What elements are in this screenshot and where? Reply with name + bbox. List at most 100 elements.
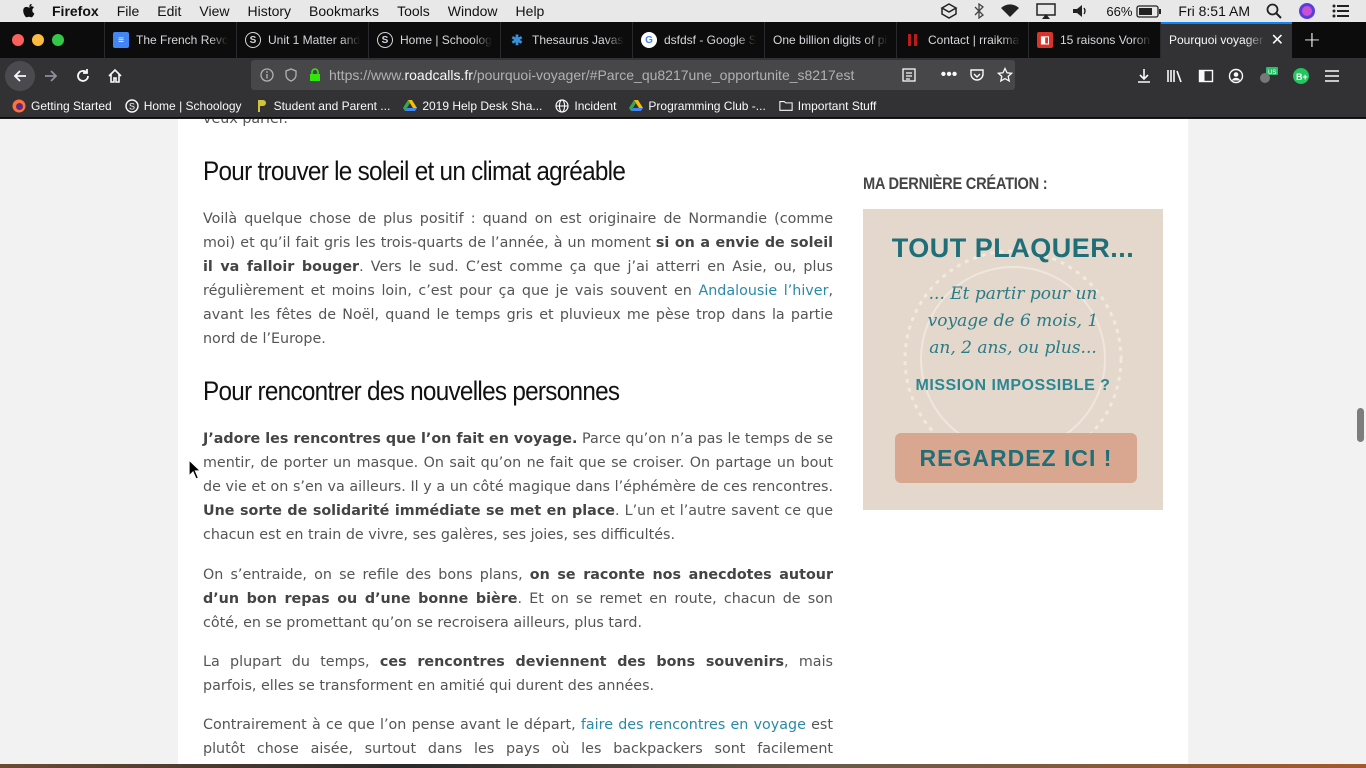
- desktop-edge: [0, 764, 1366, 768]
- tab-french-revolution[interactable]: ≡ The French Revo: [104, 22, 236, 58]
- link-rencontres-voyage[interactable]: faire des rencontres en voyage: [581, 717, 806, 733]
- bookmark-help-desk[interactable]: 2019 Help Desk Sha...: [403, 99, 542, 113]
- parent-portal-icon: [255, 99, 269, 113]
- back-button[interactable]: [5, 61, 35, 91]
- page-content: veux parler. Pour trouver le soleil et u…: [178, 119, 1188, 764]
- page-viewport[interactable]: veux parler. Pour trouver le soleil et u…: [0, 119, 1366, 764]
- sidebar-icon[interactable]: [1198, 68, 1214, 84]
- dropbox-icon[interactable]: [940, 3, 958, 19]
- battery-icon: [1136, 4, 1162, 18]
- tracking-shield-icon[interactable]: [283, 67, 299, 83]
- arrow-left-icon: [13, 70, 26, 82]
- downloads-icon[interactable]: [1136, 68, 1152, 84]
- url-text[interactable]: https://www.roadcalls.fr/pourquoi-voyage…: [329, 67, 889, 83]
- vpn-extension-icon[interactable]: US: [1258, 67, 1278, 85]
- globe-icon: [555, 98, 569, 113]
- url-path: /pourquoi-voyager/#Parce_qu8217une_oppor…: [472, 67, 855, 83]
- bookmark-important-stuff[interactable]: Important Stuff: [779, 98, 877, 113]
- account-icon[interactable]: [1228, 68, 1244, 84]
- promo-tagline: ... Et partir pour un voyage de 6 mois, …: [863, 281, 1163, 362]
- forward-button[interactable]: [35, 60, 67, 92]
- toolbar-right: US B+: [1136, 58, 1354, 94]
- bookmark-label: Student and Parent ...: [273, 98, 391, 113]
- menu-window[interactable]: Window: [448, 3, 498, 19]
- close-tab-icon[interactable]: ✕: [1271, 30, 1284, 50]
- tab-pourquoi-voyager[interactable]: Pourquoi voyager ✕: [1160, 22, 1292, 58]
- apple-icon[interactable]: [20, 3, 38, 19]
- library-icon[interactable]: [1166, 68, 1184, 84]
- arrow-right-icon: [45, 70, 58, 82]
- promo-banner[interactable]: TOUT PLAQUER... ... Et partir pour un vo…: [863, 209, 1163, 510]
- wifi-icon[interactable]: [1000, 4, 1020, 18]
- tab-title: Unit 1 Matter and: [268, 33, 360, 47]
- clock[interactable]: Fri 8:51 AM: [1178, 3, 1250, 19]
- navigation-toolbar: https://www.roadcalls.fr/pourquoi-voyage…: [0, 58, 1366, 94]
- tab-pi-digits[interactable]: One billion digits of pi: [764, 22, 896, 58]
- drive-icon: [629, 99, 644, 113]
- paragraph-meetings: J’adore les rencontres que l’on fait en …: [203, 427, 833, 547]
- docs-icon: ≡: [113, 32, 129, 48]
- reload-button[interactable]: [67, 60, 99, 92]
- tab-contact[interactable]: Contact | rraikma: [896, 22, 1028, 58]
- scrollbar-thumb[interactable]: [1357, 408, 1364, 442]
- menu-app-name[interactable]: Firefox: [52, 3, 99, 19]
- reader-view-icon[interactable]: [901, 67, 917, 83]
- page-actions-icon[interactable]: •••: [941, 66, 958, 83]
- promo-tagline-line: ... Et partir pour un: [928, 284, 1098, 304]
- menu-edit[interactable]: Edit: [157, 3, 181, 19]
- lock-icon[interactable]: [307, 67, 323, 83]
- bookmark-incident[interactable]: Incident: [555, 99, 616, 113]
- info-icon[interactable]: [259, 67, 275, 83]
- volume-icon[interactable]: [1072, 4, 1090, 18]
- minimize-window-button[interactable]: [32, 34, 44, 46]
- menu-tools[interactable]: Tools: [397, 3, 430, 19]
- url-domain: roadcalls.fr: [404, 67, 473, 83]
- macos-menu-bar: Firefox File Edit View History Bookmarks…: [0, 0, 1366, 22]
- bookmark-student-parent[interactable]: Student and Parent ...: [255, 98, 391, 113]
- tab-thesaurus[interactable]: ✱ Thesaurus Javas: [500, 22, 632, 58]
- bookmark-star-icon[interactable]: [997, 67, 1013, 83]
- plus-icon: +: [1302, 27, 1322, 53]
- tab-home-schoology[interactable]: S Home | Schoolog: [368, 22, 500, 58]
- spotlight-icon[interactable]: [1266, 3, 1282, 19]
- close-window-button[interactable]: [12, 34, 24, 46]
- tab-title: dsfdsf - Google S: [664, 33, 756, 47]
- menu-history[interactable]: History: [247, 3, 291, 19]
- zoom-window-button[interactable]: [52, 34, 64, 46]
- firefox-icon: [12, 99, 26, 113]
- tab-unit-1-matter[interactable]: S Unit 1 Matter and: [236, 22, 368, 58]
- svg-text:S: S: [129, 101, 135, 111]
- url-bar[interactable]: https://www.roadcalls.fr/pourquoi-voyage…: [251, 60, 1015, 90]
- bookmark-programming-club[interactable]: Programming Club -...: [629, 98, 766, 113]
- svg-text:US: US: [1268, 70, 1276, 76]
- bookmark-label: Getting Started: [31, 98, 112, 113]
- link-andalousie-hiver[interactable]: Andalousie l’hiver: [698, 283, 828, 299]
- tab-15-raisons[interactable]: ◧ 15 raisons Voron: [1028, 22, 1160, 58]
- home-button[interactable]: [99, 60, 131, 92]
- window-controls: [0, 22, 104, 58]
- battery-status[interactable]: 66%: [1106, 4, 1162, 19]
- bookmark-label: Programming Club -...: [648, 98, 766, 113]
- bluetooth-icon[interactable]: [974, 3, 985, 19]
- airplay-icon[interactable]: [1036, 3, 1057, 19]
- bookmark-label: Important Stuff: [797, 98, 877, 113]
- tab-google-search[interactable]: G dsfdsf - Google S: [632, 22, 764, 58]
- menu-file[interactable]: File: [117, 3, 140, 19]
- siri-icon[interactable]: [1298, 2, 1316, 20]
- bookmark-home-schoology[interactable]: S Home | Schoology: [125, 99, 242, 113]
- pocket-icon[interactable]: [969, 67, 985, 83]
- puzzle-icon: ✱: [511, 31, 523, 48]
- hamburger-menu-icon[interactable]: [1324, 69, 1340, 83]
- bookmark-getting-started[interactable]: Getting Started: [12, 99, 112, 113]
- text-span: La plupart du temps,: [203, 654, 380, 670]
- notification-center-icon[interactable]: [1332, 4, 1350, 18]
- menu-help[interactable]: Help: [516, 3, 545, 19]
- paragraph-memories: La plupart du temps, ces rencontres devi…: [203, 650, 833, 698]
- paragraph-mutual-help: On s’entraide, on se refile des bons pla…: [203, 563, 833, 635]
- menu-view[interactable]: View: [199, 3, 229, 19]
- promo-cta-button[interactable]: REGARDEZ ICI !: [895, 433, 1137, 483]
- menu-bookmarks[interactable]: Bookmarks: [309, 3, 379, 19]
- bookmark-label: Home | Schoology: [143, 98, 242, 113]
- grammar-extension-icon[interactable]: B+: [1292, 67, 1310, 85]
- new-tab-button[interactable]: +: [1292, 22, 1332, 58]
